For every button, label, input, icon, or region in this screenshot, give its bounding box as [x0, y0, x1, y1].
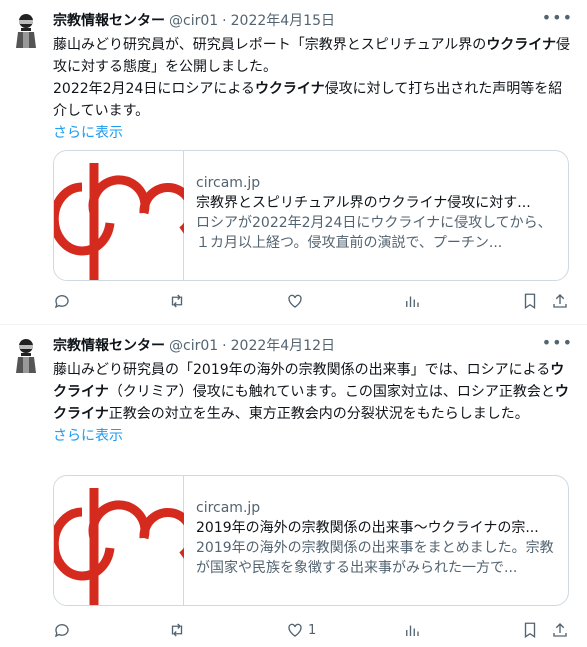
tweet-header: 宗教情報センター @cir01 · 2022年4月15日 •••: [53, 8, 573, 30]
share-icon: [553, 294, 567, 308]
retweet-icon: [171, 623, 183, 637]
author-name[interactable]: 宗教情報センター: [53, 13, 165, 29]
share-icon: [553, 623, 567, 637]
tweet-paragraph-2: 2022年2月24日にロシアによるウクライナ侵攻に対して打ち出された声明等を紹介…: [53, 78, 573, 122]
text-segment: 正教会の対立を生み、東方正教会内の分裂状況をもたらしました。: [108, 406, 529, 422]
show-more-link[interactable]: さらに表示: [53, 125, 123, 141]
card-description: 2019年の海外の宗教関係の出来事をまとめました。宗教が国家や民族を象徴する出来…: [196, 540, 554, 576]
share-button[interactable]: [551, 292, 569, 310]
author-handle[interactable]: @cir01: [169, 338, 218, 354]
views-button[interactable]: [403, 621, 425, 639]
highlight-keyword: ウクライナ: [254, 81, 325, 97]
retweet-button[interactable]: [168, 621, 190, 639]
reply-button[interactable]: [53, 621, 75, 639]
views-icon: [406, 296, 419, 307]
card-thumbnail-logo: [54, 151, 184, 280]
heart-icon: [288, 623, 302, 637]
retweet-icon: [171, 294, 183, 308]
separator-dot: ·: [222, 338, 227, 354]
share-button[interactable]: [551, 621, 569, 639]
tweet-paragraph-1: 藤山みどり研究員の「2019年の海外の宗教関係の出来事」では、ロシアによるウクラ…: [53, 359, 573, 425]
like-button[interactable]: [286, 292, 308, 310]
text-segment: （クリミア）侵攻にも触れています。この国家対立は、ロシア正教会と: [108, 384, 555, 400]
bookmark-icon: [524, 622, 536, 639]
text-segment: 藤山みどり研究員が、研究員レポート「宗教界とスピリチュアル界の: [53, 37, 487, 53]
retweet-button[interactable]: [168, 292, 190, 310]
tweet-2[interactable]: 宗教情報センター @cir01 · 2022年4月12日 ••• 藤山みどり研究員の「…: [0, 325, 587, 647]
bookmark-button[interactable]: [521, 621, 539, 639]
tweet-text: 藤山みどり研究員が、研究員レポート「宗教界とスピリチュアル界のウクライナ侵攻に対…: [53, 34, 573, 144]
text-segment: 2022年2月24日にロシアによる: [53, 81, 255, 97]
show-more-link[interactable]: さらに表示: [53, 428, 123, 444]
tweet-header: 宗教情報センター @cir01 · 2022年4月12日 •••: [53, 333, 573, 355]
separator-dot: ·: [222, 13, 227, 29]
more-options-icon[interactable]: •••: [542, 333, 573, 352]
bookmark-icon: [524, 293, 536, 310]
text-segment: 藤山みどり研究員の「2019年の海外の宗教関係の出来事」では、ロシアによる: [53, 362, 551, 378]
views-button[interactable]: [403, 292, 425, 310]
card-domain: circam.jp: [196, 500, 261, 516]
action-bar: [53, 292, 573, 312]
card-domain: circam.jp: [196, 175, 261, 191]
more-options-icon[interactable]: •••: [542, 8, 573, 27]
tweet-text: 藤山みどり研究員の「2019年の海外の宗教関係の出来事」では、ロシアによるウクラ…: [53, 359, 573, 447]
like-count: 1: [308, 622, 317, 638]
heart-icon: [288, 294, 302, 308]
bookmark-button[interactable]: [521, 292, 539, 310]
card-info: circam.jp 宗教界とスピリチュアル界のウクライナ侵攻に対す... ロシア…: [196, 173, 558, 253]
author-handle[interactable]: @cir01: [169, 13, 218, 29]
avatar[interactable]: [10, 337, 42, 373]
like-button[interactable]: 1: [286, 621, 316, 639]
link-card[interactable]: circam.jp 2019年の海外の宗教関係の出来事～ウクライナの宗... 2…: [53, 475, 569, 606]
tweet-date[interactable]: 2022年4月15日: [231, 13, 335, 29]
link-card[interactable]: circam.jp 宗教界とスピリチュアル界のウクライナ侵攻に対す... ロシア…: [53, 150, 569, 281]
reply-icon: [54, 624, 69, 638]
card-description: ロシアが2022年2月24日にウクライナに侵攻してから、１カ月以上経つ。侵攻直前…: [196, 215, 552, 251]
tweet-1[interactable]: 宗教情報センター @cir01 · 2022年4月15日 ••• 藤山みどり研究員が、…: [0, 0, 587, 325]
author-name[interactable]: 宗教情報センター: [53, 338, 165, 354]
tweet-date[interactable]: 2022年4月12日: [231, 338, 335, 354]
reply-button[interactable]: [53, 292, 75, 310]
highlight-keyword: ウクライナ: [486, 37, 557, 53]
reply-icon: [54, 295, 69, 309]
card-info: circam.jp 2019年の海外の宗教関係の出来事～ウクライナの宗... 2…: [196, 498, 558, 578]
tweet-paragraph-1: 藤山みどり研究員が、研究員レポート「宗教界とスピリチュアル界のウクライナ侵攻に対…: [53, 34, 573, 78]
card-title: 2019年の海外の宗教関係の出来事～ウクライナの宗...: [196, 520, 539, 536]
action-bar: 1: [53, 621, 573, 641]
card-title: 宗教界とスピリチュアル界のウクライナ侵攻に対す...: [196, 195, 531, 211]
avatar[interactable]: [10, 12, 42, 48]
views-icon: [406, 625, 419, 636]
card-thumbnail-logo: [54, 476, 184, 605]
